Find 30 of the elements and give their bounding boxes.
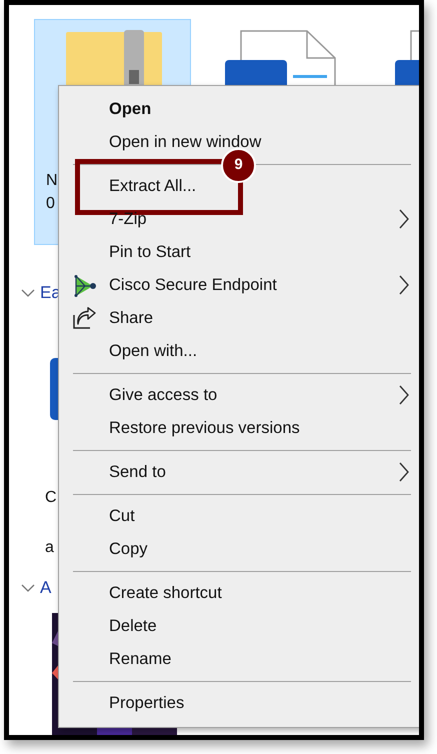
menu-item[interactable]: 7-Zip <box>59 203 419 236</box>
menu-item[interactable]: Cisco Secure Endpoint <box>59 269 419 302</box>
chevron-down-icon[interactable] <box>21 584 35 593</box>
menu-item[interactable]: Send to <box>59 456 419 489</box>
zipped-folder-icon <box>66 30 162 86</box>
chevron-right-icon <box>399 462 409 482</box>
step-badge: 9 <box>221 148 256 183</box>
chevron-right-icon <box>399 275 409 295</box>
file-name: a <box>45 538 54 558</box>
chevron-down-icon[interactable] <box>21 289 35 298</box>
menu-item[interactable]: Open with... <box>59 335 419 368</box>
menu-item[interactable]: Delete <box>59 610 419 643</box>
share-icon <box>72 307 96 329</box>
menu-item[interactable]: Give access to <box>59 379 419 412</box>
chevron-right-icon <box>399 209 409 229</box>
menu-item[interactable]: Open <box>59 93 419 126</box>
menu-item[interactable]: Create shortcut <box>59 577 419 610</box>
file-name: N <box>46 171 58 191</box>
file-name: 0 <box>46 194 55 214</box>
menu-item[interactable]: Restore previous versions <box>59 412 419 445</box>
file-name: C <box>45 488 57 508</box>
menu-item[interactable]: Share <box>59 302 419 335</box>
chevron-right-icon <box>399 385 409 405</box>
menu-item[interactable]: Cut <box>59 500 419 533</box>
menu-item[interactable]: Pin to Start <box>59 236 419 269</box>
menu-item[interactable]: Rename <box>59 643 419 676</box>
menu-item[interactable]: Properties <box>59 687 419 720</box>
group-heading[interactable]: A <box>40 576 52 600</box>
menu-item[interactable]: Copy <box>59 533 419 566</box>
triangle-network-icon <box>73 275 97 297</box>
